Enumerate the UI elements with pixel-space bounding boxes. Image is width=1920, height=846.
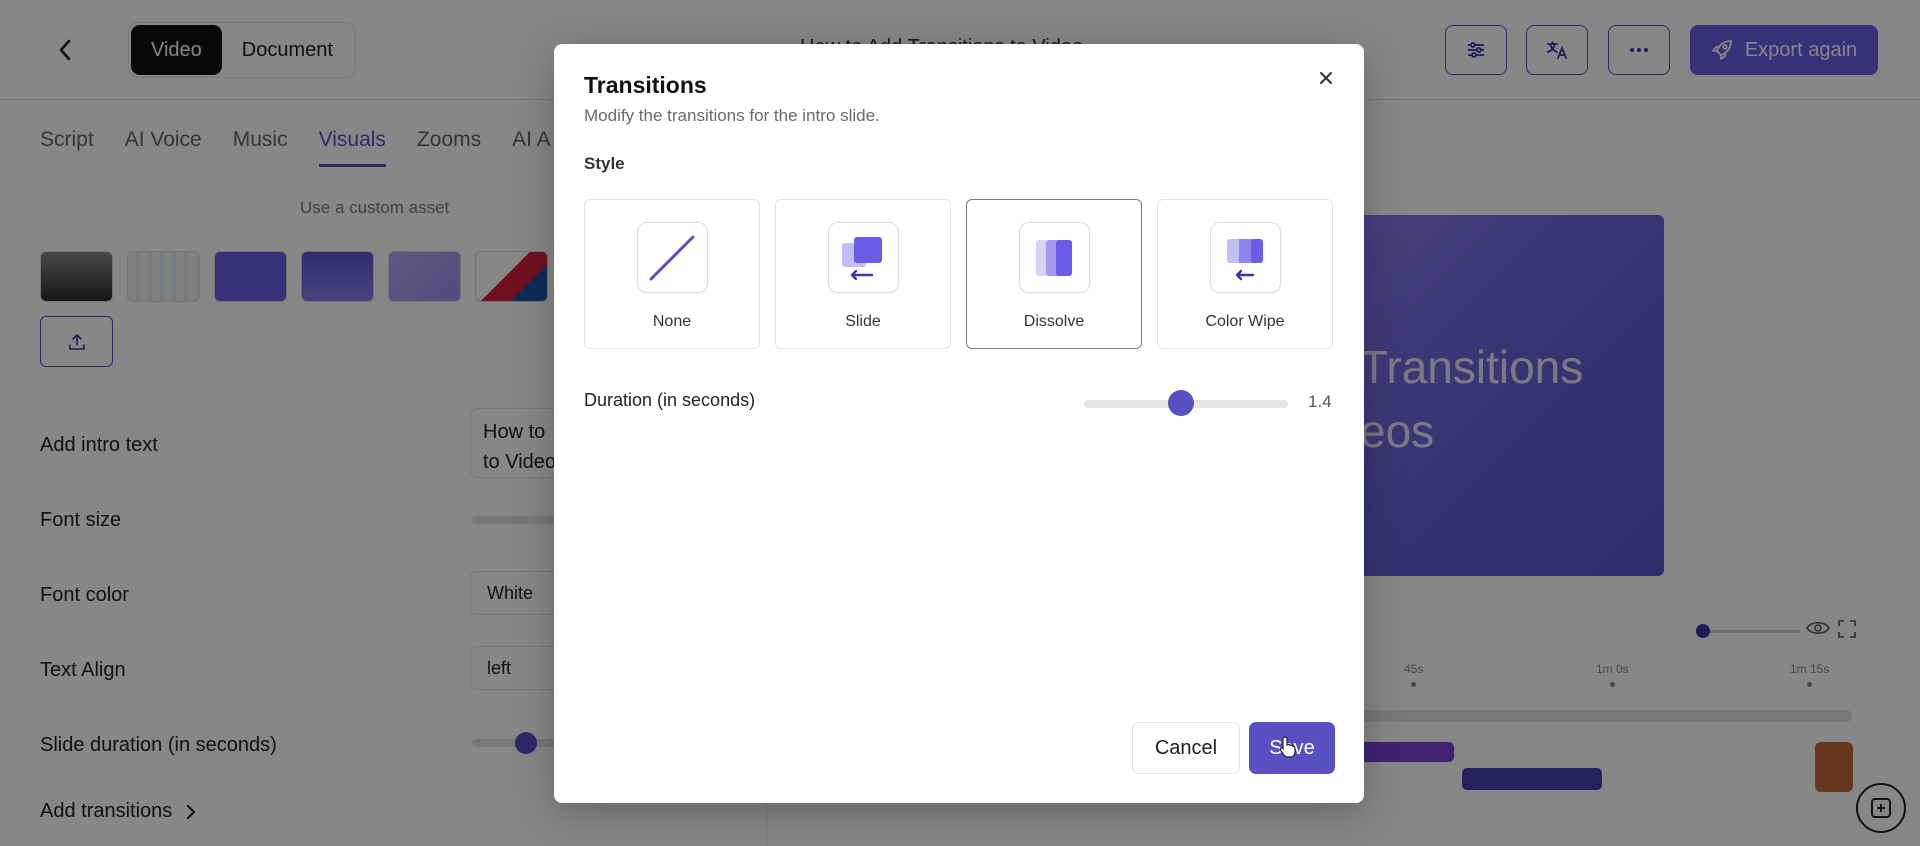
mouse-pointer-icon <box>1279 736 1296 758</box>
transition-option-color-wipe[interactable]: Color Wipe <box>1157 199 1333 349</box>
transition-option-none[interactable]: None <box>584 199 760 349</box>
color-wipe-transition-icon <box>1209 222 1281 293</box>
modal-subtitle: Modify the transitions for the intro sli… <box>584 106 880 125</box>
dissolve-transition-icon <box>1018 222 1090 293</box>
transition-option-label: Slide <box>845 313 881 330</box>
transition-option-dissolve[interactable]: Dissolve <box>966 199 1142 349</box>
transition-option-label: None <box>652 313 692 330</box>
transition-option-label: Color Wipe <box>1205 313 1285 330</box>
duration-label: Duration (in seconds) <box>584 390 756 410</box>
transition-style-options: None Slide Dissolve Color Wipe <box>584 199 1333 349</box>
transition-option-label: Dissolve <box>1023 313 1085 330</box>
duration-value: 1.4 <box>1308 392 1332 411</box>
modal-close-button[interactable] <box>1312 64 1340 92</box>
modal-title: Transitions <box>584 72 707 98</box>
style-label: Style <box>584 154 625 173</box>
cancel-button[interactable]: Cancel <box>1132 722 1240 774</box>
transition-option-slide[interactable]: Slide <box>775 199 951 349</box>
close-icon <box>1320 72 1332 84</box>
slide-transition-icon <box>827 222 899 293</box>
none-line-icon <box>636 222 708 293</box>
duration-slider-knob[interactable] <box>1168 390 1194 416</box>
transitions-modal: Transitions Modify the transitions for t… <box>554 44 1364 803</box>
